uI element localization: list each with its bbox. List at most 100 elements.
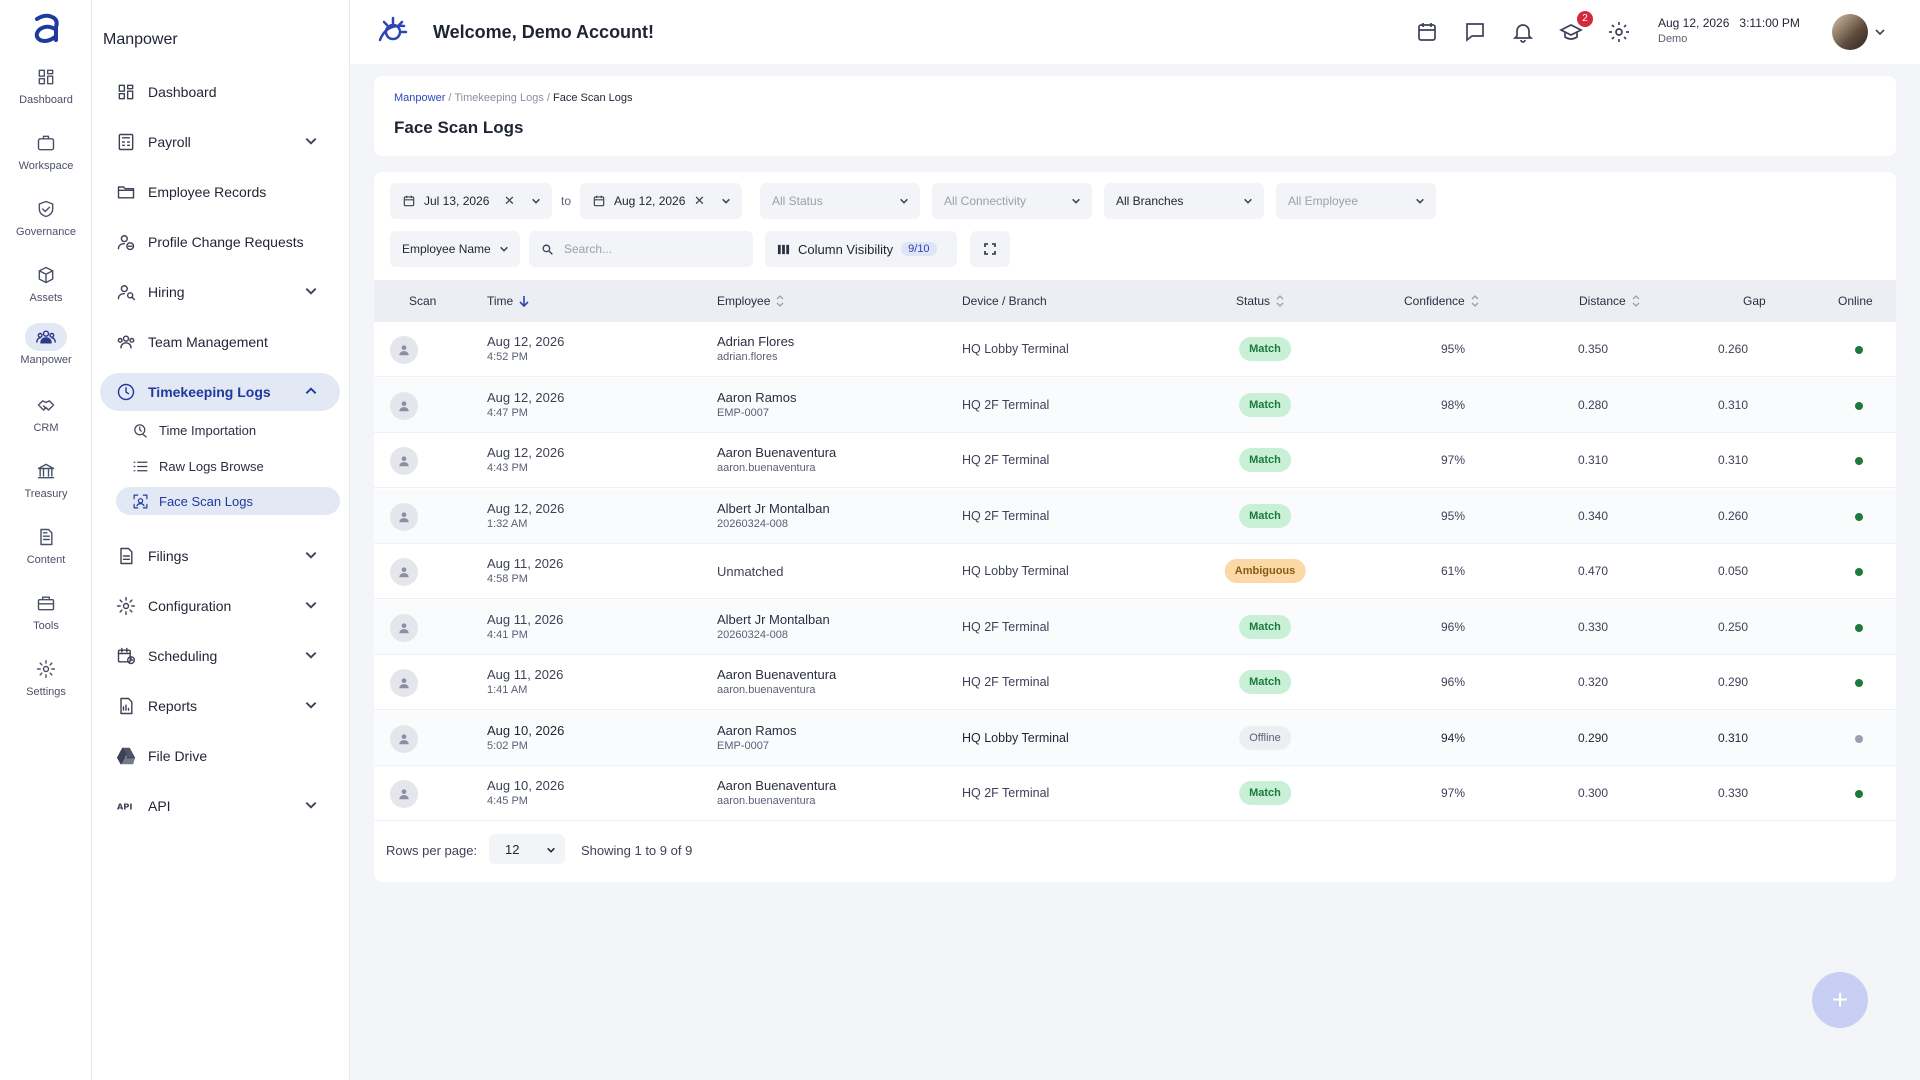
current-datetime: Aug 12, 2026 3:11:00 PM (1658, 16, 1800, 30)
table-row[interactable]: Aug 10, 2026 5:02 PM Aaron Ramos EMP-0007 HQ… (374, 710, 1896, 766)
rail-item-label: CRM (33, 422, 59, 434)
rail-item-crm[interactable]: CRM (0, 391, 92, 434)
col-scan: Scan (409, 294, 437, 308)
device-branch: HQ 2F Terminal (962, 619, 1050, 634)
breadcrumb-manpower[interactable]: Manpower (394, 92, 445, 104)
employee-cell: Adrian Flores adrian.flores (717, 334, 795, 363)
date-to-picker[interactable]: Aug 12, 2026 ✕ (580, 183, 742, 219)
bell-icon[interactable] (1511, 20, 1535, 44)
sidebar-item-profile-change-requests[interactable]: Profile Change Requests (100, 223, 340, 261)
col-employee[interactable]: Employee (717, 294, 784, 308)
table-row[interactable]: Aug 12, 2026 4:43 PM Aaron Buenaventura aar… (374, 433, 1896, 488)
scan-thumbnail-icon[interactable] (390, 336, 418, 364)
sidebar-subitem-time-importation[interactable]: Time Importation (116, 416, 340, 444)
rows-per-page-label: Rows per page: (386, 843, 478, 858)
rail-item-assets[interactable]: Assets (0, 261, 92, 304)
sidebar-subitem-face-scan-logs[interactable]: Face Scan Logs (116, 487, 340, 515)
sidebar-item-filings[interactable]: Filings (100, 537, 340, 575)
scan-thumbnail-icon[interactable] (390, 391, 418, 420)
search-input[interactable]: Search... (529, 231, 753, 267)
table-row[interactable]: Aug 11, 2026 1:41 AM Aaron Buenaventura aar… (374, 655, 1896, 710)
scan-time: Aug 11, 2026 1:41 AM (487, 667, 564, 696)
sidebar-item-hiring[interactable]: Hiring (100, 273, 340, 311)
avatar[interactable] (1832, 14, 1868, 50)
distance-value: 0.330 (1577, 619, 1609, 634)
scan-thumbnail-icon[interactable] (390, 669, 418, 697)
chevron-down-icon[interactable] (1874, 26, 1886, 38)
column-visibility-button[interactable]: Column Visibility 9/10 (765, 231, 957, 267)
scan-thumbnail-icon[interactable] (390, 447, 418, 475)
date-from-picker[interactable]: Jul 13, 2026 ✕ (390, 183, 552, 219)
scan-time: Aug 10, 2026 4:45 PM (487, 778, 565, 807)
scan-thumbnail-icon[interactable] (390, 613, 418, 642)
team-icon (115, 331, 137, 353)
table-row[interactable]: Aug 12, 2026 4:52 PM Adrian Flores adrian.f… (374, 322, 1896, 377)
search-icon (542, 244, 553, 255)
chat-icon[interactable] (1463, 20, 1487, 44)
rail-item-label: Dashboard (19, 94, 73, 106)
rail-item-governance[interactable]: Governance (0, 195, 92, 238)
table-row[interactable]: Aug 11, 2026 4:41 PM Albert Jr Montalban 20… (374, 599, 1896, 655)
scan-time: Aug 11, 2026 4:41 PM (487, 611, 564, 641)
col-confidence[interactable]: Confidence (1404, 294, 1479, 308)
chevron-up-icon (304, 384, 318, 398)
sidebar-item-file-drive[interactable]: File Drive (100, 737, 340, 775)
sidebar-item-scheduling[interactable]: Scheduling (100, 637, 340, 675)
rail-item-dashboard[interactable]: Dashboard (0, 63, 92, 106)
company-logo-icon[interactable] (376, 16, 410, 48)
scan-thumbnail-icon[interactable] (390, 502, 418, 531)
employee-filter[interactable]: All Employee (1276, 183, 1436, 219)
table-row[interactable]: Aug 10, 2026 4:45 PM Aaron Buenaventura aar… (374, 766, 1896, 821)
calendar-icon[interactable] (1415, 20, 1439, 44)
scan-thumbnail-icon[interactable] (390, 780, 418, 808)
app-logo-icon[interactable] (28, 10, 64, 46)
rail-item-workspace[interactable]: Workspace (0, 129, 92, 172)
table-row[interactable]: Aug 12, 2026 1:32 AM Albert Jr Montalban 20… (374, 488, 1896, 544)
scan-thumbnail-icon[interactable] (390, 558, 418, 586)
clock-import-icon (131, 421, 149, 439)
rail-item-manpower[interactable]: Manpower (0, 323, 92, 366)
rail-item-tools[interactable]: Tools (0, 589, 92, 632)
rail-item-label: Settings (26, 686, 66, 698)
status-filter[interactable]: All Status (760, 183, 920, 219)
device-branch: HQ 2F Terminal (962, 786, 1050, 800)
col-status[interactable]: Status (1236, 294, 1284, 308)
sidebar-item-team-management[interactable]: Team Management (100, 323, 340, 361)
sidebar-subitem-raw-logs-browse[interactable]: Raw Logs Browse (116, 452, 340, 480)
col-time[interactable]: Time (487, 294, 529, 308)
table-row[interactable]: Aug 12, 2026 4:47 PM Aaron Ramos EMP-0007 HQ… (374, 377, 1896, 433)
sidebar-item-api[interactable]: API API (100, 787, 340, 825)
rail-item-settings[interactable]: Settings (0, 655, 92, 698)
top-bar: Welcome, Demo Account! 2 Aug 12, 2026 3:… (350, 0, 1920, 64)
sidebar-item-payroll[interactable]: Payroll (100, 123, 340, 161)
rail-item-treasury[interactable]: Treasury (0, 457, 92, 500)
report-icon (115, 695, 137, 717)
sidebar-item-label: API (148, 798, 171, 814)
breadcrumb-timekeeping[interactable]: Timekeeping Logs (454, 92, 543, 104)
chevron-down-icon (1072, 198, 1080, 204)
bank-icon (25, 457, 67, 485)
search-field-select[interactable]: Employee Name (390, 231, 520, 267)
rows-per-page-select[interactable]: 12 (489, 834, 565, 864)
sidebar-item-reports[interactable]: Reports (100, 687, 340, 725)
sidebar-item-configuration[interactable]: Configuration (100, 587, 340, 625)
rail-item-content[interactable]: Content (0, 523, 92, 566)
gear-icon[interactable] (1607, 20, 1631, 44)
branches-filter[interactable]: All Branches (1104, 183, 1264, 219)
scan-thumbnail-icon[interactable] (390, 724, 418, 753)
briefcase-icon (25, 129, 67, 157)
fullscreen-button[interactable] (970, 231, 1010, 267)
gap-value: 0.260 (1717, 508, 1749, 523)
scan-time: Aug 12, 2026 4:43 PM (487, 445, 565, 474)
clear-date-to-icon[interactable]: ✕ (694, 193, 705, 209)
sidebar-item-employee-records[interactable]: Employee Records (100, 173, 340, 211)
connectivity-filter[interactable]: All Connectivity (932, 183, 1092, 219)
clear-date-from-icon[interactable]: ✕ (504, 193, 515, 209)
col-distance[interactable]: Distance (1579, 294, 1640, 308)
sidebar-item-timekeeping-logs[interactable]: Timekeeping Logs (100, 373, 340, 411)
sort-icon (1632, 295, 1640, 307)
table-row[interactable]: Aug 11, 2026 4:58 PM Unmatched HQ Lobby Ter… (374, 544, 1896, 599)
sidebar-item-dashboard[interactable]: Dashboard (100, 73, 340, 111)
sidebar-subitem-label: Time Importation (159, 422, 257, 438)
add-button[interactable]: + (1812, 972, 1868, 1028)
